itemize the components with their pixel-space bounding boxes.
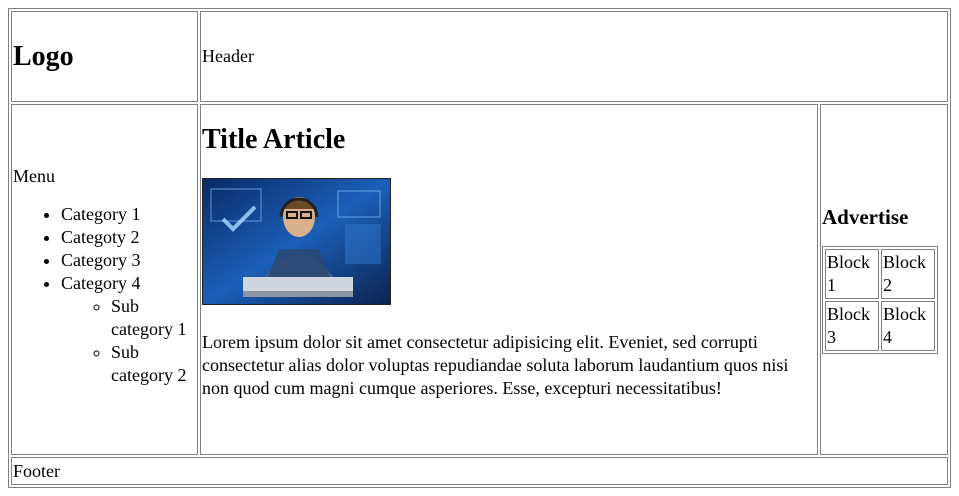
footer-text: Footer: [13, 460, 60, 481]
category-item: Category 4 Sub category 1 Sub category 2: [61, 272, 196, 387]
category-label: Category 4: [61, 273, 141, 293]
menu-title: Menu: [13, 166, 55, 186]
logo: Logo: [13, 40, 74, 72]
article-title: Title Article: [202, 124, 346, 155]
subcategory-item: Sub category 2: [111, 341, 196, 387]
category-item: Category 3: [61, 249, 196, 272]
article-body: Lorem ipsum dolor sit amet consectetur a…: [202, 332, 789, 398]
ad-block: Block 1: [825, 249, 879, 299]
advertise-title: Advertise: [822, 205, 909, 229]
logo-cell: Logo: [11, 11, 198, 102]
advertise-blocks-table: Block 1 Block 2 Block 3 Block 4: [822, 246, 938, 354]
article-image: [202, 178, 391, 305]
page-layout-table: Logo Header Menu Category 1 Categoty 2 C…: [8, 8, 951, 488]
menu-cell: Menu Category 1 Categoty 2 Category 3 Ca…: [11, 104, 198, 455]
header-cell: Header: [200, 11, 948, 102]
subcategory-item: Sub category 1: [111, 295, 196, 341]
header-text: Header: [202, 46, 254, 66]
advertise-cell: Advertise Block 1 Block 2 Block 3 Block …: [820, 104, 948, 455]
category-list: Category 1 Categoty 2 Category 3 Categor…: [13, 203, 196, 387]
footer-cell: Footer: [11, 457, 948, 485]
ad-block: Block 2: [881, 249, 935, 299]
ad-block: Block 4: [881, 301, 935, 351]
category-item: Categoty 2: [61, 226, 196, 249]
subcategory-list: Sub category 1 Sub category 2: [61, 295, 196, 387]
article-cell: Title Article Lorem ipsum dolor sit amet…: [200, 104, 818, 455]
ad-block: Block 3: [825, 301, 879, 351]
category-item: Category 1: [61, 203, 196, 226]
